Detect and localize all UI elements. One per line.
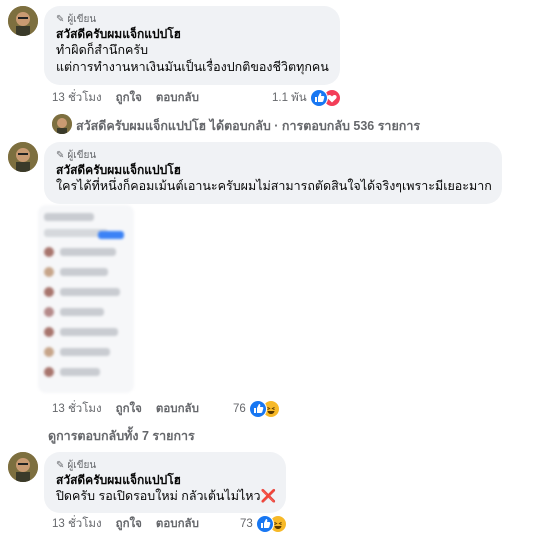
comment-meta: 13 ชั่วโมง ถูกใจ ตอบกลับ xyxy=(52,401,213,417)
timestamp[interactable]: 13 ชั่วโมง xyxy=(52,89,102,107)
timestamp[interactable]: 13 ชั่วโมง xyxy=(52,515,102,533)
like-button[interactable]: ถูกใจ xyxy=(116,400,142,418)
like-icon xyxy=(309,89,328,107)
avatar[interactable] xyxy=(8,6,38,36)
reaction-summary[interactable]: 1.1 พัน xyxy=(272,89,341,107)
comment-meta: 13 ชั่วโมง ถูกใจ ตอบกลับ xyxy=(52,516,213,532)
author-name[interactable]: สวัสดีครับผมแจ็กแปปโฮ xyxy=(56,472,274,488)
comment-bubble: ✎ ผู้เขียน สวัสดีครับผมแจ็กแปปโฮ ใครได้ท… xyxy=(44,142,502,204)
comment-meta: 13 ชั่วโมง ถูกใจ ตอบกลับ xyxy=(52,90,213,106)
comment-bubble: ✎ ผู้เขียน สวัสดีครับผมแจ็กแปปโฮ ปิดครับ… xyxy=(44,452,286,513)
avatar[interactable] xyxy=(8,452,38,482)
reaction-summary[interactable]: 73 xyxy=(240,515,287,533)
reaction-count: 76 xyxy=(233,403,246,415)
comment-text: ใครได้ที่หนึ่งก็คอมเม้นต์เอานะครับผมไม่ส… xyxy=(56,179,492,193)
comment-text: แต่การทำงานหาเงินมันเป็นเรื่องปกติของชีว… xyxy=(56,60,329,74)
author-badge: ✎ ผู้เขียน xyxy=(56,149,97,161)
timestamp[interactable]: 13 ชั่วโมง xyxy=(52,400,102,418)
like-icon xyxy=(248,400,267,418)
reply-button[interactable]: ตอบกลับ xyxy=(156,400,199,418)
author-name[interactable]: สวัสดีครับผมแจ็กแปปโฮ xyxy=(56,26,328,42)
attached-image[interactable] xyxy=(38,205,134,393)
author-name[interactable]: สวัสดีครับผมแจ็กแปปโฮ xyxy=(56,162,490,178)
avatar[interactable] xyxy=(52,114,72,134)
reply-button[interactable]: ตอบกลับ xyxy=(156,515,199,533)
pencil-icon: ✎ xyxy=(56,13,65,25)
comment-text: ทำผิดก็สำนึกครับ xyxy=(56,43,149,57)
pencil-icon: ✎ xyxy=(56,459,65,471)
author-badge: ✎ ผู้เขียน xyxy=(56,459,97,471)
reaction-count: 1.1 พัน xyxy=(272,92,307,104)
reaction-count: 73 xyxy=(240,518,253,530)
pencil-icon: ✎ xyxy=(56,149,65,161)
comment-text: ปิดครับ รอเปิดรอบใหม่ กลัวเต้นไม่ไหว❌ xyxy=(56,489,277,503)
reply-button[interactable]: ตอบกลับ xyxy=(156,89,199,107)
view-replies-link[interactable]: สวัสดีครับผมแจ็กแปปโฮ ได้ตอบกลับ · การตอ… xyxy=(76,116,420,136)
author-badge: ✎ ผู้เขียน xyxy=(56,13,97,25)
like-icon xyxy=(255,515,274,533)
comment-bubble: ✎ ผู้เขียน สวัสดีครับผมแจ็กแปปโฮ ทำผิดก็… xyxy=(44,6,340,85)
reaction-summary[interactable]: 76 xyxy=(233,400,280,418)
like-button[interactable]: ถูกใจ xyxy=(116,515,142,533)
view-all-replies-link[interactable]: ดูการตอบกลับทั้ง 7 รายการ xyxy=(48,426,195,446)
avatar[interactable] xyxy=(8,142,38,172)
like-button[interactable]: ถูกใจ xyxy=(116,89,142,107)
